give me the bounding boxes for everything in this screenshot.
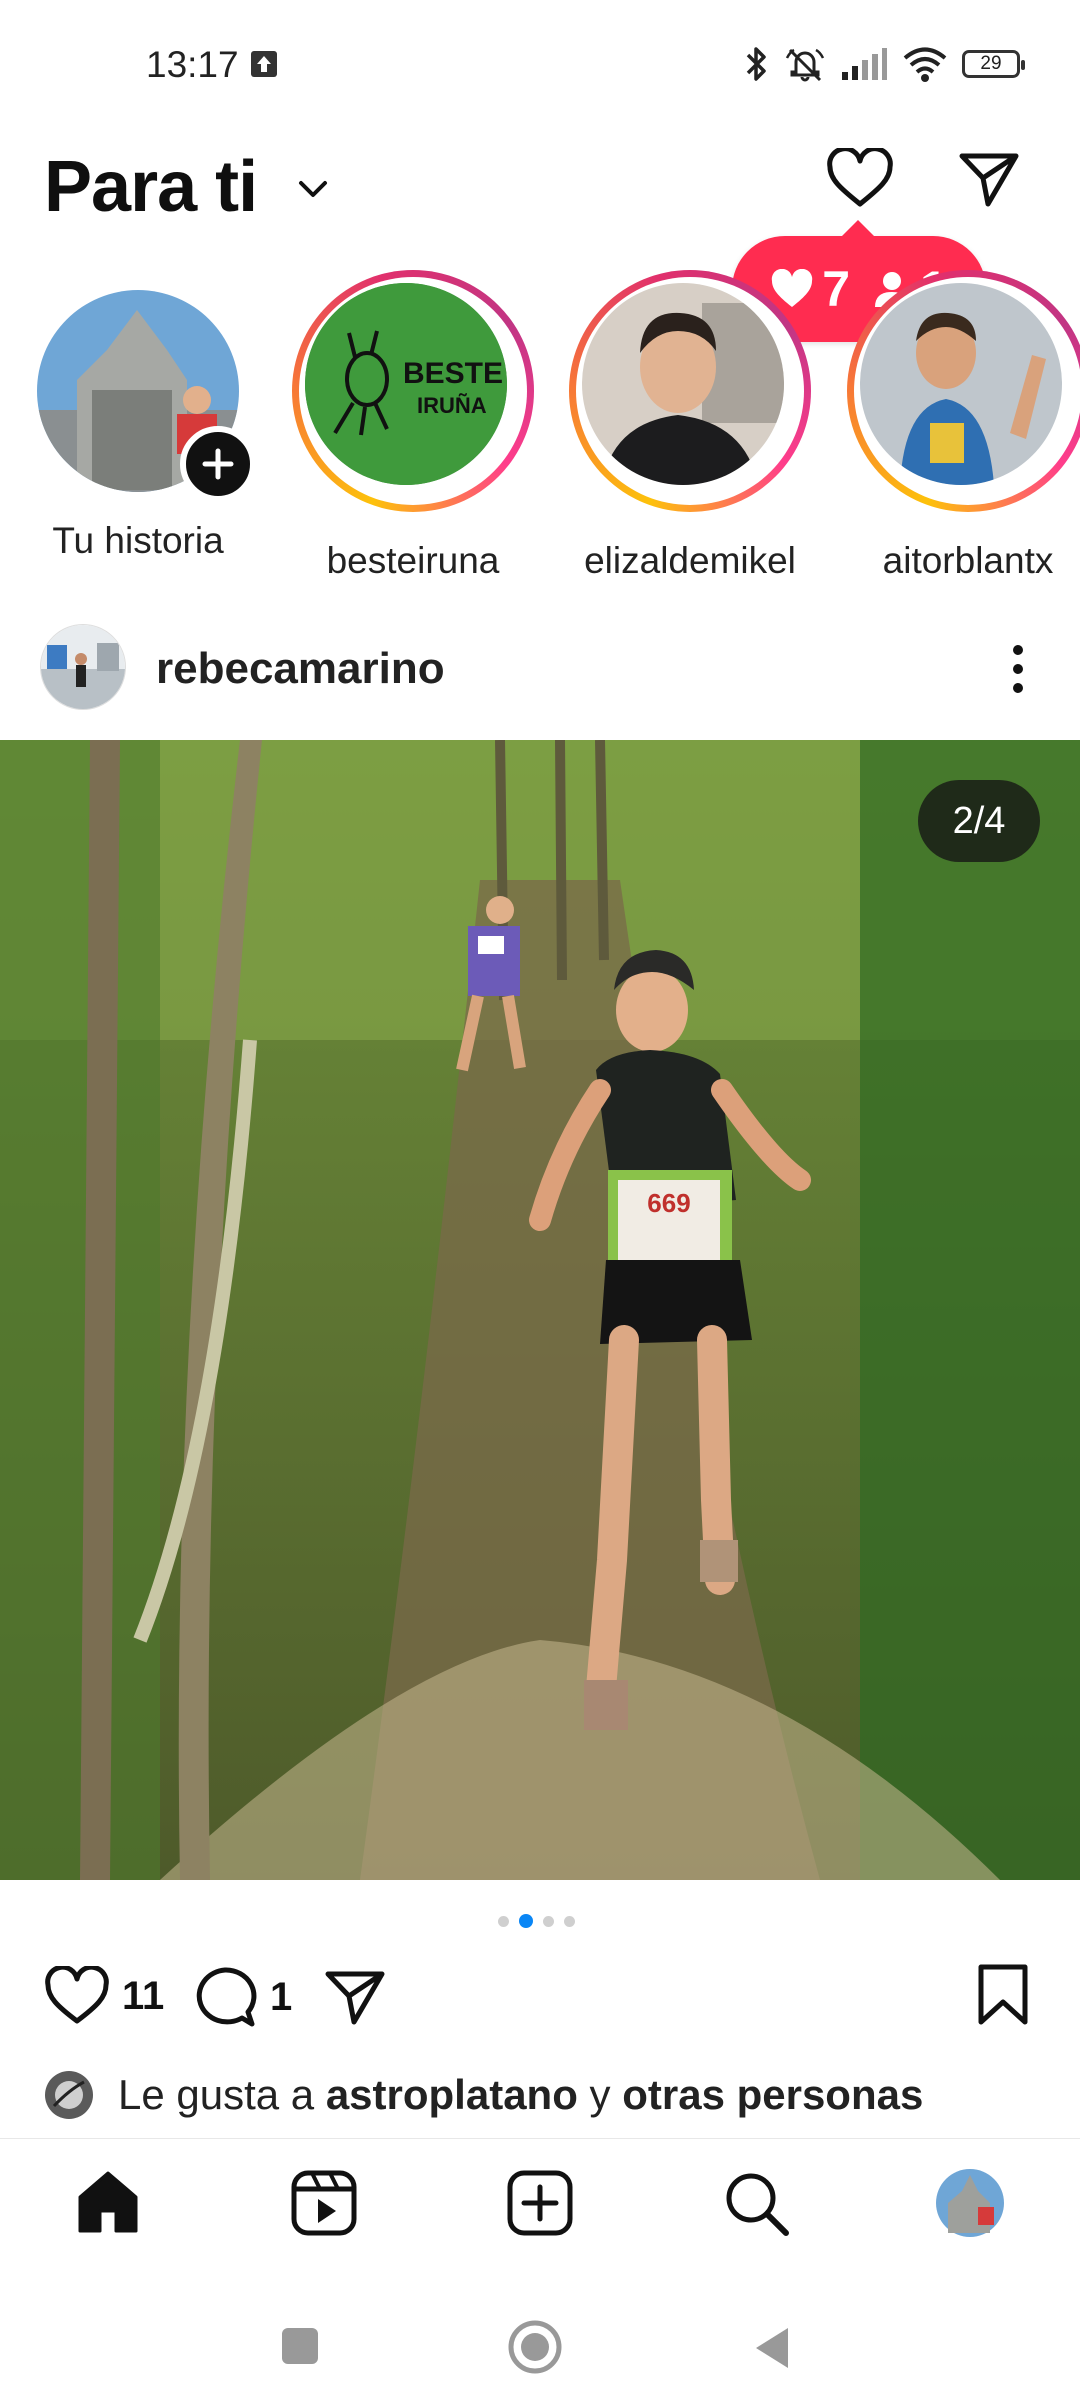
direct-messages-button[interactable]: [956, 148, 1022, 210]
story-avatar: BESTE IRUÑA: [305, 283, 507, 485]
logo-text-top: BESTE: [403, 357, 503, 390]
comment-icon[interactable]: [192, 1966, 258, 2028]
like-action[interactable]: 11: [44, 1966, 164, 2026]
carousel-dot: [564, 1915, 575, 1927]
carousel-counter: 2/4: [918, 780, 1040, 862]
post-author-avatar[interactable]: [40, 624, 126, 710]
carousel-dots: [498, 1914, 575, 1928]
likes-count[interactable]: 11: [122, 1974, 164, 2019]
liked-by-others[interactable]: otras personas: [622, 2071, 923, 2119]
story-label: aitorblantx: [882, 540, 1054, 581]
liked-by-prefix: Le gusta a: [118, 2071, 326, 2118]
story-ring: BESTE IRUÑA: [292, 270, 534, 512]
bib-number: 669: [647, 1188, 690, 1218]
status-time: 13:17: [146, 44, 239, 85]
story-label: besteiruna: [326, 540, 500, 581]
wifi-icon: [903, 47, 947, 82]
post-username[interactable]: rebecamarino: [156, 644, 445, 694]
story-elizaldemikel[interactable]: elizaldemikel: [560, 270, 820, 582]
liked-by-middle: y: [577, 2071, 623, 2118]
signal-icon: [842, 48, 887, 80]
story-ring: [569, 270, 811, 512]
create-icon[interactable]: [504, 2167, 576, 2239]
upload-icon: [251, 51, 277, 77]
carousel-dot-active: [519, 1914, 533, 1928]
system-nav-bar: [0, 2268, 1080, 2400]
recents-icon[interactable]: [280, 2326, 320, 2366]
back-icon[interactable]: [752, 2326, 792, 2370]
muted-bell-icon: [785, 48, 825, 82]
story-label: Tu historia: [52, 520, 224, 561]
story-ring: [847, 270, 1080, 512]
profile-avatar[interactable]: [934, 2167, 1006, 2239]
page-title[interactable]: Para ti: [44, 146, 258, 228]
logo-text-bottom: IRUÑA: [417, 393, 487, 418]
status-icons: 29: [744, 42, 1025, 86]
comment-action[interactable]: 1: [192, 1966, 292, 2028]
more-icon[interactable]: [1000, 640, 1036, 698]
bluetooth-icon: [746, 47, 766, 81]
add-story-button[interactable]: [180, 426, 256, 502]
chevron-down-icon[interactable]: [296, 176, 330, 202]
story-avatar: [860, 283, 1062, 485]
liked-by-user[interactable]: astroplatano: [326, 2071, 578, 2119]
notifications-heart-button[interactable]: [826, 148, 894, 210]
post-image[interactable]: 669: [0, 740, 1080, 1880]
plus-icon: [202, 448, 234, 480]
share-icon[interactable]: [322, 1966, 388, 2028]
bookmark-icon[interactable]: [976, 1962, 1030, 2028]
story-besteiruna[interactable]: BESTE IRUÑA besteiruna: [283, 270, 543, 582]
bottom-nav: [0, 2138, 1080, 2269]
story-avatar: [582, 283, 784, 485]
reels-icon[interactable]: [288, 2167, 360, 2239]
carousel-dot: [543, 1915, 554, 1927]
heart-icon[interactable]: [44, 1966, 110, 2026]
liker-avatar[interactable]: [44, 2070, 94, 2120]
story-label: elizaldemikel: [584, 540, 796, 581]
home-icon[interactable]: [72, 2167, 144, 2239]
battery-icon: 29: [962, 50, 1025, 78]
home-circle-icon[interactable]: [508, 2320, 562, 2374]
liked-by-row[interactable]: Le gusta a astroplatano y otras personas: [44, 2070, 923, 2120]
search-icon[interactable]: [720, 2167, 792, 2239]
story-own[interactable]: Tu historia: [8, 270, 268, 562]
comments-count[interactable]: 1: [270, 1975, 292, 2020]
story-aitorblantx[interactable]: aitorblantx: [838, 270, 1080, 582]
carousel-dot: [498, 1915, 509, 1927]
